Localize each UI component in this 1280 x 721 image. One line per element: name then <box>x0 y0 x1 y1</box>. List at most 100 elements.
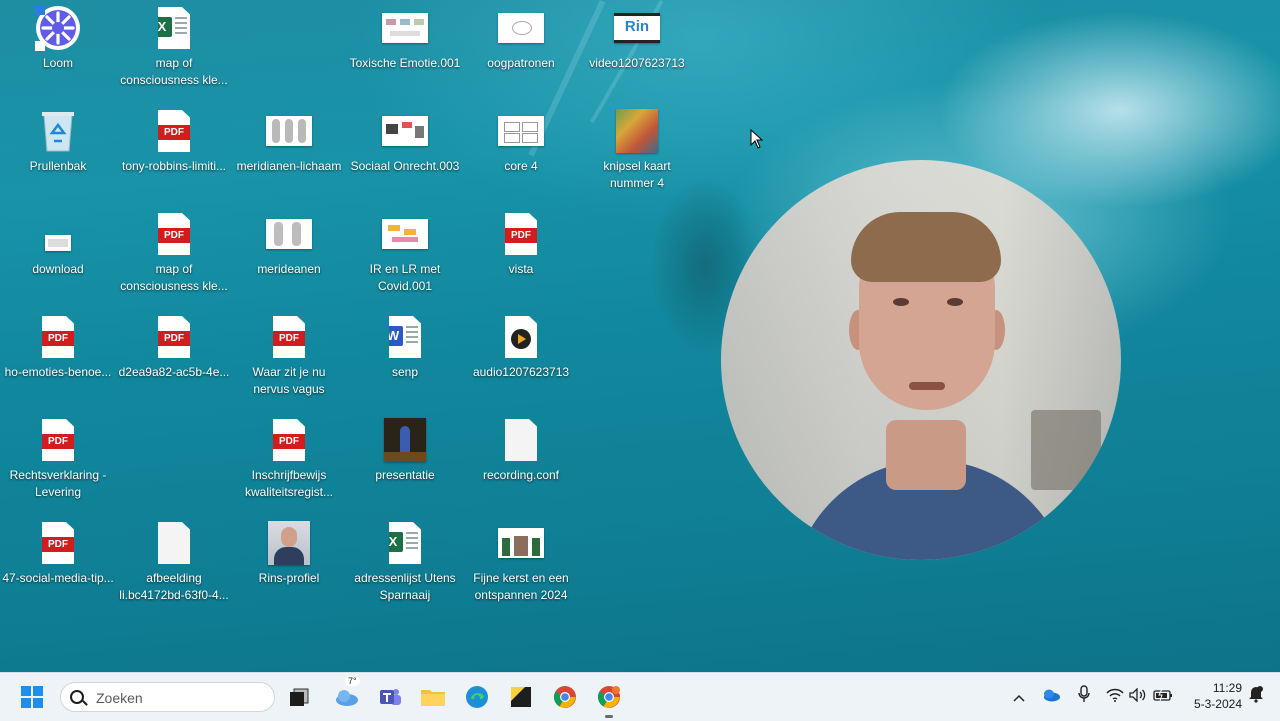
taskbar-search[interactable] <box>60 682 275 712</box>
volume-button[interactable] <box>1126 685 1150 709</box>
microphone-icon <box>1078 685 1090 702</box>
microphone-button[interactable] <box>1072 685 1096 709</box>
icon-label: Loom <box>42 56 74 70</box>
icon-label: ho-emoties-benoe... <box>4 365 112 379</box>
pdf-file-icon: PDF <box>42 316 74 358</box>
desktop-icon-sociaal-onrecht[interactable]: Sociaal Onrecht.003 <box>347 103 463 175</box>
icon-label: vista <box>508 262 534 276</box>
start-button[interactable] <box>16 681 48 713</box>
clock[interactable]: 11:29 5-3-2024 <box>1182 680 1242 712</box>
edge-button[interactable] <box>461 681 493 713</box>
desktop-icon-inschrijfbewijs[interactable]: PDF Inschrijfbewijs kwaliteitsregist... <box>231 412 347 501</box>
desktop-icon-download[interactable]: download <box>0 206 116 278</box>
desktop-icon-map-of-consciousness-xlsx[interactable]: X map of consciousness kle... <box>116 0 232 89</box>
slide-thumb-icon <box>382 116 428 146</box>
desktop-icon-meridianen-lichaam[interactable]: meridianen-lichaam <box>231 103 347 175</box>
icon-label: Sociaal Onrecht.003 <box>350 159 460 173</box>
pdf-file-icon: PDF <box>273 316 305 358</box>
desktop-icon-tony-robbins[interactable]: PDF tony-robbins-limiti... <box>116 103 232 175</box>
excel-tag: X <box>389 532 403 552</box>
weather-widget[interactable]: 7° <box>331 676 363 713</box>
video-thumb-icon: Rin <box>614 13 660 43</box>
pdf-tag: PDF <box>42 537 74 552</box>
task-view-button[interactable] <box>283 681 315 713</box>
icon-label: IR en LR met Covid.001 <box>369 262 441 293</box>
battery-charging-icon <box>1153 688 1172 702</box>
desktop-icon-toxische-emotie[interactable]: Toxische Emotie.001 <box>347 0 463 72</box>
desktop-icon-47-social-media[interactable]: PDF 47-social-media-tip... <box>0 515 116 587</box>
desktop-icon-d2ea9a82[interactable]: PDF d2ea9a82-ac5b-4e... <box>116 309 232 381</box>
excel-file-icon: X <box>389 522 421 564</box>
icon-label: Rins-profiel <box>258 571 320 585</box>
desktop-icon-ir-en-lr[interactable]: IR en LR met Covid.001 <box>347 206 463 295</box>
desktop-icon-oogpatronen[interactable]: oogpatronen <box>463 0 579 72</box>
pdf-tag: PDF <box>42 434 74 449</box>
desktop-icon-knipsel-kaart[interactable]: knipsel kaart nummer 4 <box>579 103 695 192</box>
desktop-icon-adressenlijst[interactable]: X adressenlijst Utens Sparnaaij <box>347 515 463 604</box>
pdf-tag: PDF <box>273 331 305 346</box>
desktop-icon-merideanen[interactable]: merideanen <box>231 206 347 278</box>
audio-file-icon <box>505 316 537 358</box>
pdf-tag: PDF <box>505 228 537 243</box>
windows-logo-icon <box>21 686 43 708</box>
desktop-icon-afbeelding[interactable]: afbeelding li.bc4172bd-63f0-4... <box>116 515 232 604</box>
desktop-icon-recycle-bin[interactable]: Prullenbak <box>0 103 116 175</box>
icon-label: presentatie <box>375 468 435 482</box>
search-icon <box>70 690 84 704</box>
desktop-icon-presentatie[interactable]: presentatie <box>347 412 463 484</box>
desktop-icon-loom[interactable]: Loom <box>0 0 116 72</box>
desktop-icon-ho-emoties[interactable]: PDF ho-emoties-benoe... <box>0 309 116 381</box>
desktop-icon-fijne-kerst[interactable]: Fijne kerst en een ontspannen 2024 <box>463 515 579 604</box>
desktop-icon-senp[interactable]: W senp <box>347 309 463 381</box>
desktop-icon-recording-conf[interactable]: recording.conf <box>463 412 579 484</box>
battery-button[interactable] <box>1151 685 1175 709</box>
icon-label: knipsel kaart nummer 4 <box>603 159 671 190</box>
teams-button[interactable] <box>374 681 406 713</box>
profile-photo-icon <box>268 521 310 565</box>
weather-temp: 7° <box>345 676 360 686</box>
webcam-bubble[interactable] <box>721 160 1121 560</box>
chrome-profile-button[interactable] <box>593 681 625 718</box>
show-hidden-icons-button[interactable] <box>1007 685 1031 709</box>
taskbar: 7° 11:29 5-3-2024 <box>0 672 1280 721</box>
file-explorer-button[interactable] <box>417 681 449 713</box>
desktop-icon-nervus-vagus[interactable]: PDF Waar zit je nu nervus vagus <box>231 309 347 398</box>
desktop-icon-video[interactable]: Rin video1207623713 <box>579 0 695 72</box>
wifi-icon <box>1106 688 1124 702</box>
image-thumb-icon <box>498 13 544 43</box>
image-thumb-icon <box>266 219 312 249</box>
sticky-notes-button[interactable] <box>505 681 537 713</box>
desktop-icon-rechtsverklaring[interactable]: PDF Rechtsverklaring - Levering <box>0 412 116 501</box>
icon-label: adressenlijst Utens Sparnaaij <box>354 571 456 602</box>
chevron-up-icon <box>1013 694 1025 702</box>
icon-label: oogpatronen <box>487 56 555 70</box>
desktop-icon-vista[interactable]: PDF vista <box>463 206 579 278</box>
excel-file-icon: X <box>158 7 190 49</box>
desktop-icon-rins-profiel[interactable]: Rins-profiel <box>231 515 347 587</box>
icon-label: core 4 <box>504 159 538 173</box>
speaker-icon <box>1129 687 1146 703</box>
icon-label: download <box>32 262 84 276</box>
icon-label: audio1207623713 <box>472 365 570 379</box>
onedrive-button[interactable] <box>1039 685 1063 709</box>
icon-label: map of consciousness kle... <box>120 56 228 87</box>
chrome-icon <box>554 686 576 708</box>
notifications-button[interactable] <box>1244 685 1268 709</box>
desktop-icon-core-4[interactable]: core 4 <box>463 103 579 175</box>
wifi-button[interactable] <box>1103 685 1127 709</box>
photo-thumb-icon <box>498 528 544 558</box>
task-view-icon <box>290 688 309 706</box>
icon-label: map of consciousness kle... <box>120 262 228 293</box>
desktop-icon-audio[interactable]: audio1207623713 <box>463 309 579 381</box>
active-indicator <box>605 715 613 718</box>
icon-label: Inschrijfbewijs kwaliteitsregist... <box>244 468 334 499</box>
search-input[interactable] <box>94 687 268 709</box>
chrome-button[interactable] <box>549 681 581 713</box>
photo-thumb-icon <box>384 418 426 462</box>
icon-label: Rechtsverklaring - Levering <box>9 468 107 499</box>
video-thumb-text: Rin <box>624 18 650 35</box>
recycle-bin-icon <box>0 107 116 155</box>
desktop-icon-map-of-consciousness-pdf[interactable]: PDF map of consciousness kle... <box>116 206 232 295</box>
pdf-file-icon: PDF <box>158 110 190 152</box>
download-thumb-icon <box>0 210 116 258</box>
